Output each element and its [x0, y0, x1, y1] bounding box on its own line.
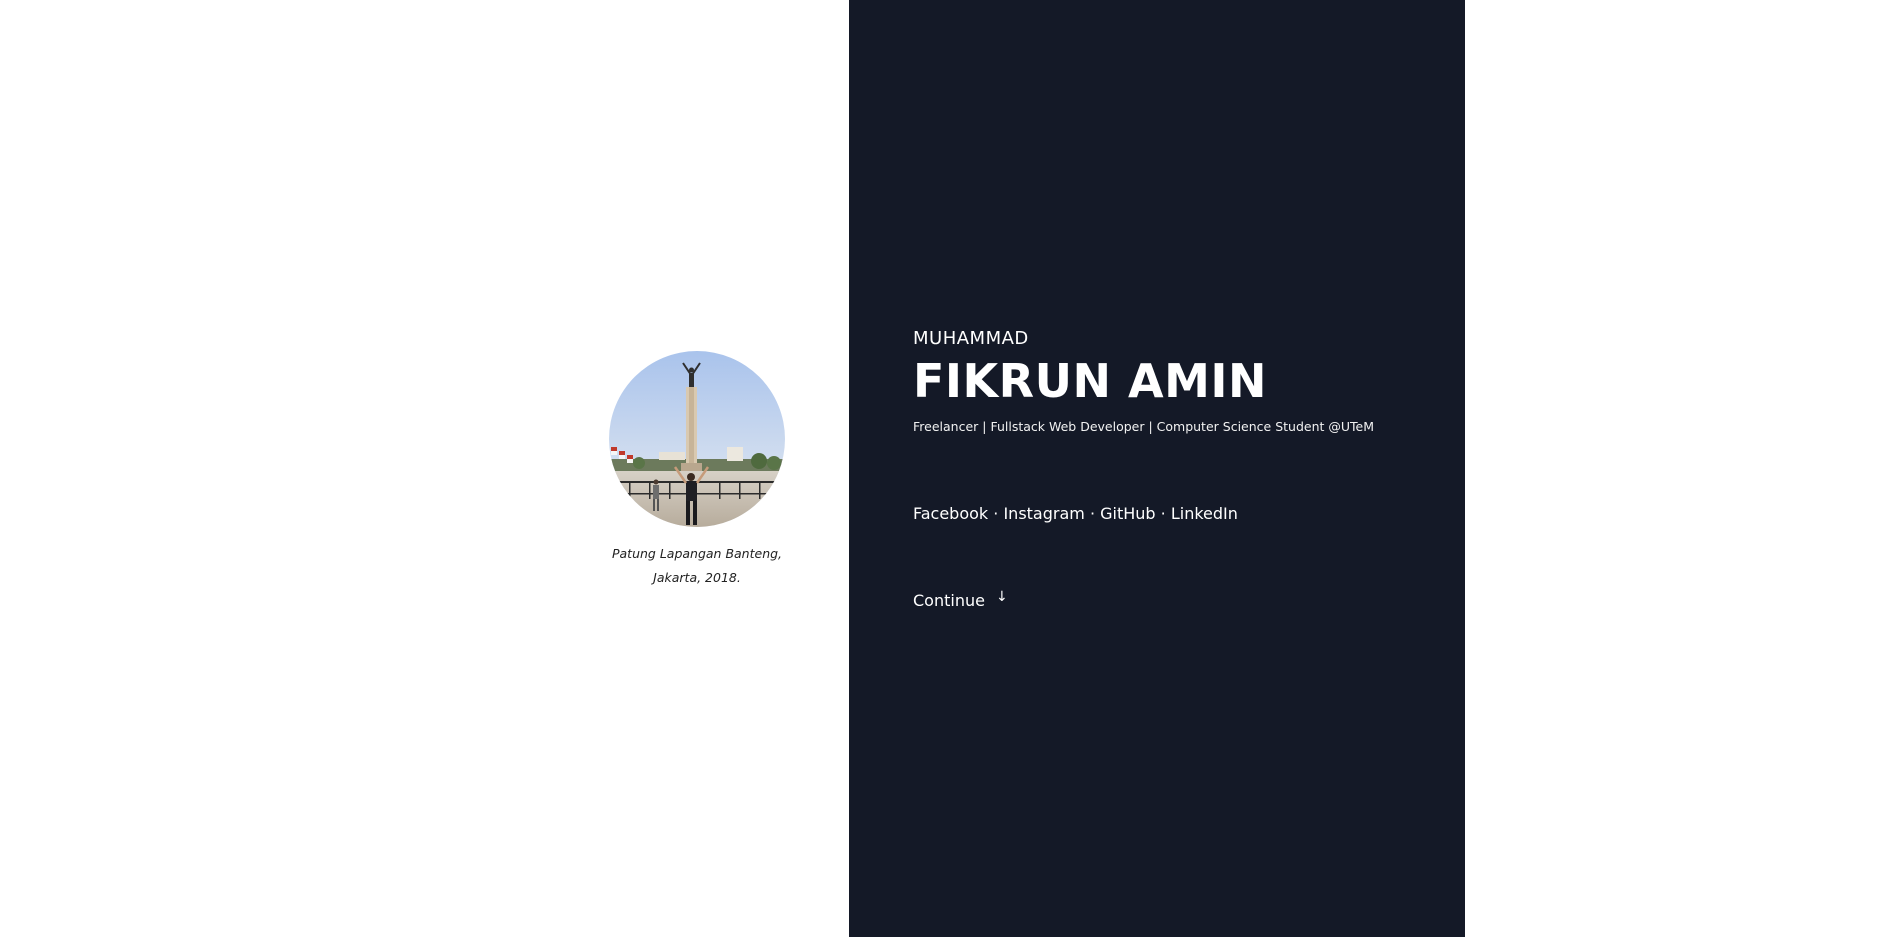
profile-photo	[609, 351, 785, 527]
social-separator: ·	[1084, 504, 1101, 523]
hero-panel	[849, 0, 1465, 937]
tagline: Freelancer | Fullstack Web Developer | C…	[913, 419, 1375, 434]
photo-caption-line-2: Jakarta, 2018.	[653, 570, 741, 585]
social-link-instagram[interactable]: Instagram	[1003, 504, 1084, 523]
social-separator: ·	[1155, 504, 1171, 523]
profile-block: Patung Lapangan Banteng, Jakarta, 2018.	[584, 351, 810, 590]
social-separator: ·	[988, 504, 1004, 523]
social-link-linkedin[interactable]: LinkedIn	[1171, 504, 1238, 523]
hero-intro: MUHAMMAD FIKRUN AMIN Freelancer | Fullst…	[913, 328, 1374, 435]
continue-button[interactable]: Continue ↓	[913, 589, 1008, 612]
social-link-github[interactable]: GitHub	[1100, 504, 1155, 523]
page: Patung Lapangan Banteng, Jakarta, 2018. …	[0, 0, 1903, 937]
first-name: MUHAMMAD	[913, 328, 1029, 349]
last-name-heading: FIKRUN AMIN	[913, 354, 1267, 408]
continue-label: Continue	[913, 591, 985, 610]
social-links: Facebook · Instagram · GitHub · LinkedIn	[913, 503, 1238, 525]
arrow-down-icon: ↓	[995, 589, 1008, 605]
photo-caption-line-1: Patung Lapangan Banteng,	[611, 546, 783, 561]
photo-caption: Patung Lapangan Banteng, Jakarta, 2018.	[584, 542, 810, 590]
social-link-facebook[interactable]: Facebook	[913, 504, 988, 523]
